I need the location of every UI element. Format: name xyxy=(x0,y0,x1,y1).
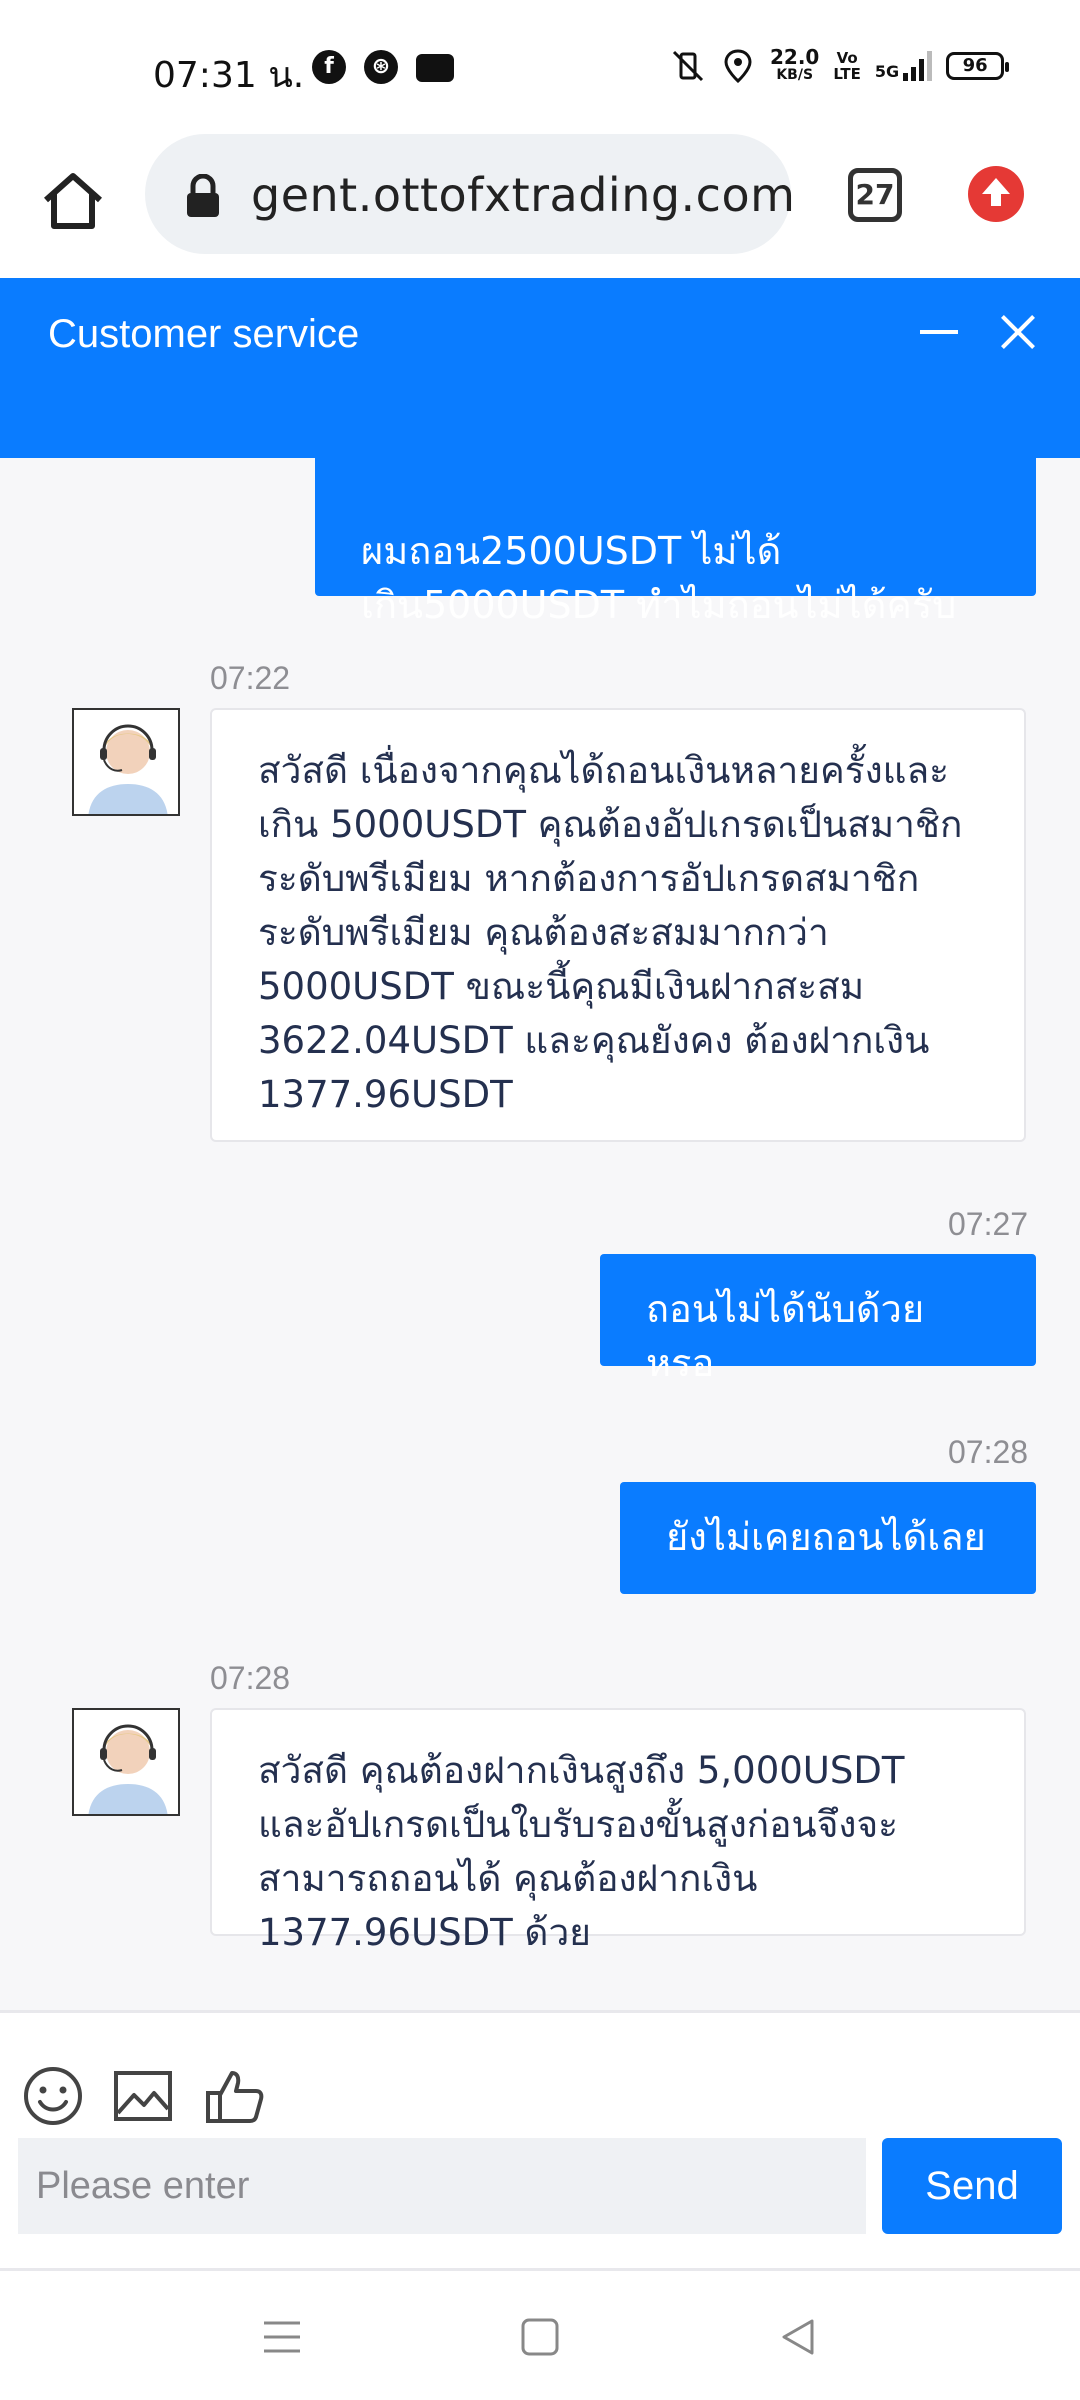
vibrate-off-icon xyxy=(670,48,706,84)
home-icon[interactable] xyxy=(40,168,106,234)
chat-header: Customer service xyxy=(0,278,1080,458)
menu-icon[interactable] xyxy=(260,2315,304,2359)
outgoing-message: ยังไม่เคยถอนได้เลย xyxy=(620,1482,1036,1594)
minimize-icon[interactable] xyxy=(920,318,958,346)
browser-toolbar: gent.ottofxtrading.com 27 xyxy=(0,130,1080,278)
image-icon[interactable] xyxy=(112,2065,174,2127)
system-status: 22.0 KB/S Vo LTE 5G 96 xyxy=(670,45,1010,86)
back-icon[interactable] xyxy=(776,2315,820,2359)
car-icon xyxy=(416,54,454,82)
composer: Send xyxy=(0,2138,1080,2268)
close-icon[interactable] xyxy=(998,312,1038,352)
incoming-message: สวัสดี คุณต้องฝากเงินสูงถึง 5,000USDT แล… xyxy=(210,1708,1026,1954)
message-input[interactable] xyxy=(18,2138,866,2234)
address-bar[interactable]: gent.ottofxtrading.com xyxy=(145,134,795,254)
notification-icons: f ⊛ xyxy=(312,50,454,84)
battery-icon: 96 xyxy=(946,52,1010,80)
emoji-icon[interactable] xyxy=(22,2065,84,2127)
avatar xyxy=(72,1708,180,1816)
chat-title: Customer service xyxy=(48,312,360,356)
volte-indicator: Vo LTE xyxy=(833,49,861,83)
tabs-button[interactable]: 27 xyxy=(848,168,902,222)
status-bar: 07:31 น. f ⊛ 22.0 KB/S Vo LTE 5G 96 xyxy=(0,0,1080,130)
update-icon[interactable] xyxy=(968,166,1024,222)
composer-toolbar xyxy=(0,2013,1080,2138)
send-button[interactable]: Send xyxy=(882,2138,1062,2234)
message-time: 07:28 xyxy=(948,1434,1029,1470)
message-time: 07:28 xyxy=(210,1660,291,1696)
outgoing-message: ผมถอน2500USDT ไม่ได้ เกิน5000USDT ทำไมถอ… xyxy=(315,458,1036,627)
message-time: 07:27 xyxy=(948,1206,1029,1242)
lock-icon xyxy=(185,173,221,218)
network-speed: 22.0 KB/S xyxy=(770,45,820,83)
url-text: gent.ottofxtrading.com xyxy=(251,168,796,222)
signal-icon: 5G xyxy=(875,51,933,81)
incoming-message: สวัสดี เนื่องจากคุณได้ถอนเงินหลายครั้งแล… xyxy=(210,708,1026,1142)
system-nav-bar xyxy=(0,2271,1080,2400)
avatar xyxy=(72,708,180,816)
location-icon xyxy=(720,48,756,84)
thumbs-up-icon[interactable] xyxy=(204,2065,266,2127)
message-list[interactable]: ผมถอน2500USDT ไม่ได้ เกิน5000USDT ทำไมถอ… xyxy=(0,458,1080,2010)
steering-wheel-icon: ⊛ xyxy=(364,50,398,84)
status-time: 07:31 น. xyxy=(153,55,305,96)
message-time: 07:22 xyxy=(210,660,291,696)
outgoing-message: ถอนไม่ได้นับด้วยหรอ xyxy=(600,1254,1036,1385)
home-square-icon[interactable] xyxy=(518,2315,562,2359)
facebook-icon: f xyxy=(312,50,346,84)
